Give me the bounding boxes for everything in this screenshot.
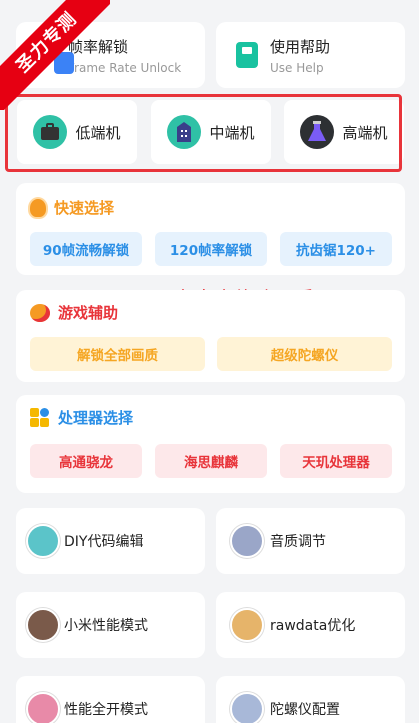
- processor-dimensity-button[interactable]: 天玑处理器: [280, 444, 392, 478]
- test-ribbon: 圣力专测: [0, 0, 110, 110]
- tool-label: 音质调节: [270, 534, 326, 550]
- game-controller-icon: [30, 303, 50, 322]
- section-title: 处理器选择: [58, 409, 134, 427]
- card-title: 使用帮助: [270, 37, 331, 56]
- avatar: [230, 608, 264, 642]
- super-gyroscope-button[interactable]: 超级陀螺仪: [217, 337, 392, 371]
- tool-label: rawdata优化: [270, 618, 356, 634]
- quick-button-90fps[interactable]: 90帧流畅解锁: [30, 232, 142, 266]
- tool-label: DIY代码编辑: [64, 534, 144, 550]
- section-title: 游戏辅助: [58, 304, 119, 322]
- tool-diy-code-editor[interactable]: DIY代码编辑: [16, 508, 205, 574]
- tool-gyroscope-config[interactable]: 陀螺仪配置: [216, 676, 405, 723]
- processor-kirin-button[interactable]: 海思麒麟: [155, 444, 267, 478]
- avatar: [230, 524, 264, 558]
- tool-label: 陀螺仪配置: [270, 702, 340, 718]
- avatar: [26, 608, 60, 642]
- unlock-all-quality-button[interactable]: 解锁全部画质: [30, 337, 205, 371]
- avatar: [26, 692, 60, 723]
- avatar: [230, 692, 264, 723]
- tool-label: 小米性能模式: [64, 618, 148, 634]
- section-title: 快速选择: [54, 199, 115, 217]
- tool-label: 性能全开模式: [64, 702, 148, 718]
- bulb-icon: [30, 198, 46, 217]
- tool-xiaomi-performance[interactable]: 小米性能模式: [16, 592, 205, 658]
- processor-icon: [30, 407, 50, 428]
- avatar: [26, 524, 60, 558]
- use-help-card[interactable]: 使用帮助 Use Help: [216, 22, 405, 88]
- tool-audio-tuning[interactable]: 音质调节: [216, 508, 405, 574]
- card-subtitle: Use Help: [270, 60, 324, 75]
- green-book-icon: [236, 42, 258, 68]
- tool-full-performance[interactable]: 性能全开模式: [16, 676, 205, 723]
- quick-button-120fps[interactable]: 120帧率解锁: [155, 232, 267, 266]
- processor-snapdragon-button[interactable]: 高通骁龙: [30, 444, 142, 478]
- tool-rawdata-optimize[interactable]: rawdata优化: [216, 592, 405, 658]
- ribbon-label: 圣力专测: [0, 0, 110, 110]
- quick-button-antialias[interactable]: 抗齿锯120+: [280, 232, 392, 266]
